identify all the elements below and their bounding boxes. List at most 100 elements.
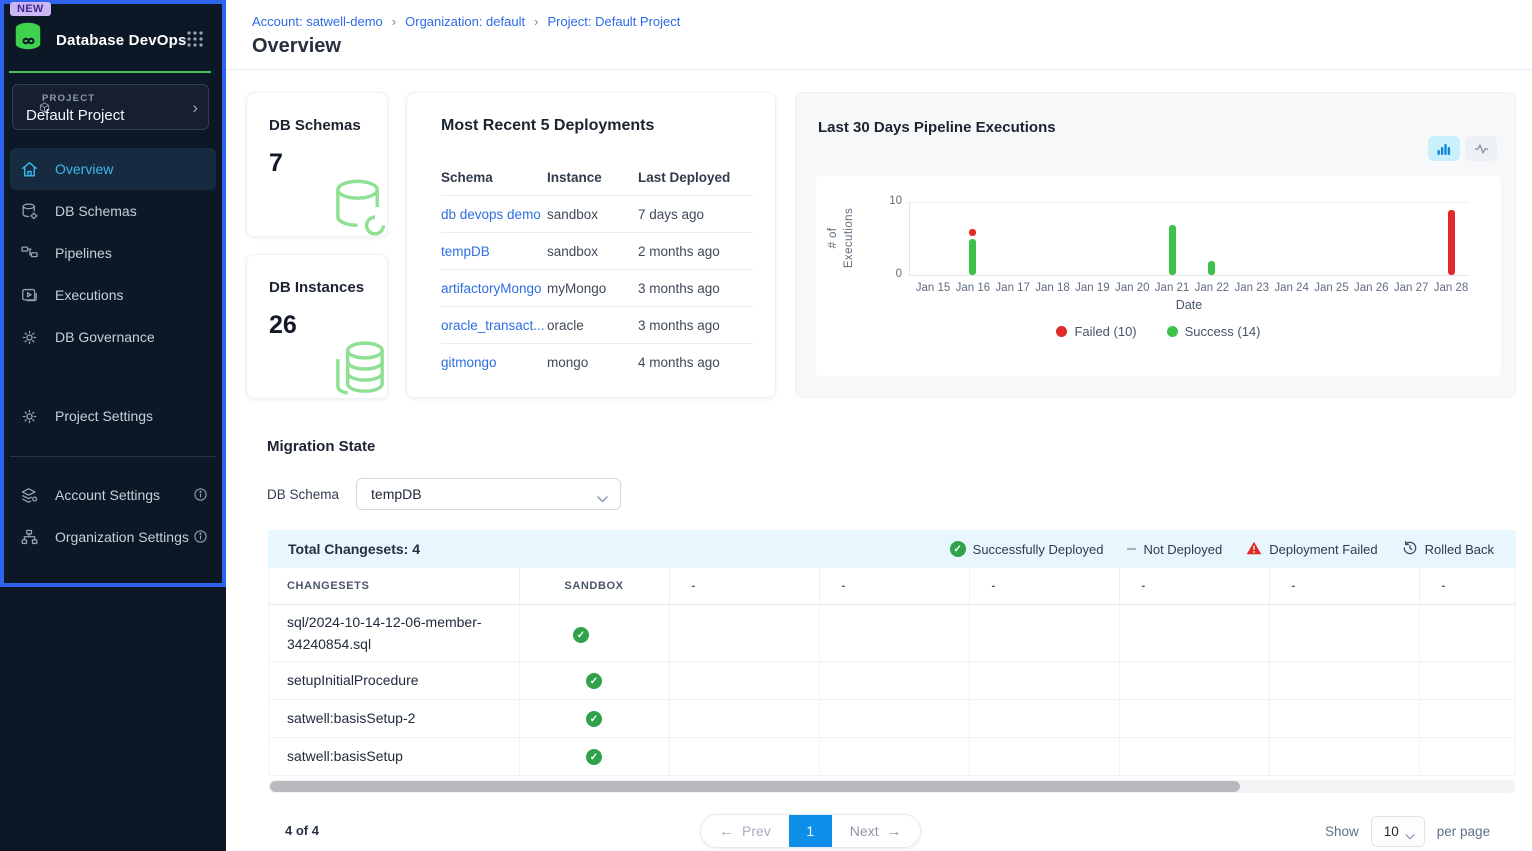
check-circle-icon: ✓ bbox=[586, 673, 602, 689]
changeset-row: satwell:basisSetup-2 ✓ bbox=[269, 699, 1516, 737]
last-deployed-cell: 3 months ago bbox=[638, 318, 753, 333]
schema-link[interactable]: artifactoryMongo bbox=[441, 281, 542, 296]
app-root: NEW Database DevOps bbox=[0, 0, 1532, 851]
chart-bar-segment bbox=[1208, 261, 1215, 275]
legend-dot bbox=[1167, 326, 1178, 337]
bar-chart-icon[interactable] bbox=[1428, 136, 1460, 161]
database-outline-green-icon bbox=[329, 175, 388, 237]
recent-deployments-card: Most Recent 5 Deployments Schema Instanc… bbox=[406, 92, 776, 398]
chevron-down-icon bbox=[597, 490, 608, 506]
stat-label: DB Instances bbox=[269, 279, 364, 296]
brand-divider bbox=[9, 71, 211, 73]
sidebar-item-overview[interactable]: Overview bbox=[10, 148, 216, 190]
changeset-row: setupInitialProcedure ✓ bbox=[269, 661, 1516, 699]
gear-icon bbox=[20, 407, 39, 426]
last-deployed-cell: 7 days ago bbox=[638, 207, 753, 222]
gridline bbox=[909, 202, 1469, 203]
sandbox-status-cell: ✓ bbox=[519, 661, 669, 699]
sidebar-item-label: DB Schemas bbox=[55, 203, 137, 219]
schema-link[interactable]: oracle_transact... bbox=[441, 318, 545, 333]
column-header: Last Deployed bbox=[638, 170, 753, 185]
changesets-section: Total Changesets: 4 ✓ Successfully Deplo… bbox=[268, 530, 1516, 793]
schema-link[interactable]: gitmongo bbox=[441, 355, 497, 370]
db-schema-select[interactable]: tempDB bbox=[356, 478, 621, 510]
sidebar-item-label: Pipelines bbox=[55, 245, 112, 261]
sidebar-item-pipelines[interactable]: Pipelines bbox=[10, 232, 216, 274]
total-changesets-label: Total Changesets: 4 bbox=[288, 541, 950, 557]
apps-grid-icon[interactable] bbox=[186, 30, 204, 53]
row-count: 4 of 4 bbox=[285, 823, 319, 838]
primary-nav: Overview DB Schemas bbox=[10, 148, 216, 358]
sidebar-item-label: Project Settings bbox=[55, 408, 153, 424]
logo-row: Database DevOps bbox=[12, 16, 212, 64]
breadcrumb-project[interactable]: Project: Default Project bbox=[547, 14, 680, 29]
sidebar-item-label: Overview bbox=[55, 161, 113, 177]
project-label: PROJECT bbox=[26, 93, 95, 104]
chart-type-toggle bbox=[1428, 136, 1497, 161]
migration-state-title: Migration State bbox=[267, 438, 375, 455]
database-devops-logo-icon bbox=[12, 20, 46, 63]
table-row: db devops demo sandbox 7 days ago bbox=[441, 196, 753, 233]
home-icon bbox=[20, 160, 39, 179]
chart-title: Last 30 Days Pipeline Executions bbox=[818, 119, 1056, 136]
column-header-empty: - bbox=[1269, 568, 1419, 604]
sidebar-divider bbox=[10, 456, 216, 457]
pipeline-icon bbox=[20, 244, 39, 263]
breadcrumb-organization[interactable]: Organization: default bbox=[405, 14, 525, 29]
stat-label: DB Schemas bbox=[269, 117, 361, 134]
chevron-right-icon: › bbox=[192, 98, 198, 118]
play-square-icon bbox=[20, 286, 39, 305]
schema-link[interactable]: tempDB bbox=[441, 244, 490, 259]
arrow-right-icon: → bbox=[887, 823, 902, 840]
sidebar-item-executions[interactable]: Executions bbox=[10, 274, 216, 316]
horizontal-scrollbar bbox=[268, 780, 1516, 793]
check-circle-icon: ✓ bbox=[586, 711, 602, 727]
instance-cell: sandbox bbox=[547, 244, 638, 259]
breadcrumb-account[interactable]: Account: satwell-demo bbox=[252, 14, 383, 29]
y-axis-tick: 0 bbox=[882, 268, 902, 280]
scrollbar-thumb[interactable] bbox=[270, 781, 1240, 792]
sidebar-item-label: Organization Settings bbox=[55, 529, 189, 545]
chevron-down-icon bbox=[1405, 828, 1415, 843]
page-size-value: 10 bbox=[1384, 824, 1399, 839]
show-label: Show bbox=[1325, 824, 1359, 839]
project-settings-nav: Project Settings bbox=[10, 395, 216, 437]
column-header-changesets: CHANGESETS bbox=[269, 568, 519, 604]
breadcrumb: Account: satwell-demo › Organization: de… bbox=[252, 14, 680, 29]
sandbox-status-cell: ✓ bbox=[519, 699, 669, 737]
instance-cell: sandbox bbox=[547, 207, 638, 222]
sidebar-item-account-settings[interactable]: Account Settings bbox=[10, 474, 216, 516]
column-header: Schema bbox=[441, 170, 547, 185]
check-circle-icon: ✓ bbox=[573, 627, 589, 643]
current-page-button[interactable]: 1 bbox=[789, 815, 832, 847]
page-size-select[interactable]: 10 bbox=[1371, 816, 1425, 847]
line-chart-icon[interactable] bbox=[1465, 136, 1497, 161]
schema-link[interactable]: db devops demo bbox=[441, 207, 541, 222]
next-page-button[interactable]: Next → bbox=[832, 815, 920, 847]
sidebar-item-label: Executions bbox=[55, 287, 123, 303]
page-size-control: Show 10 per page bbox=[1325, 816, 1490, 847]
info-icon[interactable] bbox=[193, 529, 208, 547]
instance-cell: myMongo bbox=[547, 281, 638, 296]
changesets-header-row: CHANGESETS SANDBOX - - - - - - bbox=[269, 568, 1516, 604]
sidebar-item-db-governance[interactable]: DB Governance bbox=[10, 316, 216, 358]
check-circle-icon: ✓ bbox=[586, 749, 602, 765]
chart-legend: Failed (10)Success (14) bbox=[816, 324, 1501, 339]
instance-cell: oracle bbox=[547, 318, 638, 333]
stat-value: 26 bbox=[269, 311, 297, 340]
sidebar-item-db-schemas[interactable]: DB Schemas bbox=[10, 190, 216, 232]
project-selector[interactable]: PROJECT Default Project › bbox=[12, 84, 209, 130]
legend-label: Success (14) bbox=[1185, 324, 1261, 339]
sidebar-item-label: Account Settings bbox=[55, 487, 160, 503]
column-header-empty: - bbox=[669, 568, 819, 604]
info-icon[interactable] bbox=[193, 487, 208, 505]
column-header-empty: - bbox=[1419, 568, 1516, 604]
sidebar-item-organization-settings[interactable]: Organization Settings bbox=[10, 516, 216, 558]
legend-deployment-failed: Deployment Failed bbox=[1246, 541, 1377, 558]
changesets-table: CHANGESETS SANDBOX - - - - - - sql/2024-… bbox=[269, 568, 1516, 776]
sidebar-item-project-settings[interactable]: Project Settings bbox=[10, 395, 216, 437]
prev-page-button[interactable]: ← Prev bbox=[701, 815, 789, 847]
new-badge: NEW bbox=[10, 2, 51, 16]
legend-dot bbox=[1056, 326, 1067, 337]
stat-value: 7 bbox=[269, 149, 283, 178]
